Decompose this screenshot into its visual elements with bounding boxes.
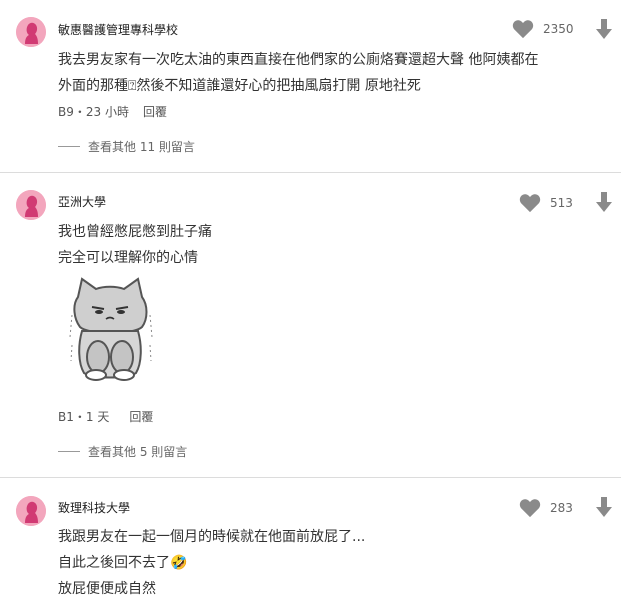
avatar[interactable] bbox=[16, 17, 46, 47]
school-name[interactable]: 致理科技大學 bbox=[58, 499, 130, 516]
anonymous-female-avatar-icon bbox=[16, 190, 46, 220]
comment-text-line: 完全可以理解你的心情 bbox=[58, 250, 198, 266]
divider bbox=[0, 477, 621, 478]
avatar[interactable] bbox=[16, 190, 46, 220]
like-count: 2350 bbox=[543, 22, 574, 36]
avatar[interactable] bbox=[16, 496, 46, 526]
dislike-button[interactable] bbox=[595, 496, 613, 522]
floor-and-time: B9・23 小時 bbox=[58, 105, 129, 119]
anonymous-female-avatar-icon bbox=[16, 496, 46, 526]
view-more-label: 查看其他 11 則留言 bbox=[88, 140, 195, 154]
comment-meta: B9・23 小時 回覆 bbox=[58, 103, 167, 120]
like-count: 283 bbox=[550, 501, 573, 515]
heart-icon bbox=[512, 20, 534, 39]
comment-text-line: 外面的那種⍰然後不知道誰還好心的把抽風扇打開 原地社死 bbox=[58, 78, 421, 94]
reply-button[interactable]: 回覆 bbox=[143, 103, 167, 120]
school-name[interactable]: 敏惠醫護管理專科學校 bbox=[58, 21, 178, 38]
comment-text-line: 自此之後回不去了🤣 bbox=[58, 555, 188, 571]
comment-text-line: 我去男友家有一次吃太油的東西直接在他們家的公廁烙賽還超大聲 他阿姨都在 bbox=[58, 52, 539, 68]
comment-text-line: 放屁便便成自然 bbox=[58, 581, 156, 597]
dislike-button[interactable] bbox=[595, 18, 613, 44]
arrow-down-icon bbox=[596, 497, 612, 517]
arrow-down-icon bbox=[596, 192, 612, 212]
comment-meta: B1・1 天 回覆 bbox=[58, 408, 153, 425]
reply-button[interactable]: 回覆 bbox=[129, 408, 153, 425]
like-button[interactable]: 2350 bbox=[512, 19, 574, 39]
arrow-down-icon bbox=[596, 19, 612, 39]
like-count: 513 bbox=[550, 196, 573, 210]
like-button[interactable]: 283 bbox=[519, 498, 573, 518]
comment-text-line: 我跟男友在一起一個月的時候就在他面前放屁了... bbox=[58, 529, 366, 545]
view-more-label: 查看其他 5 則留言 bbox=[88, 445, 188, 459]
cat-sticker-image bbox=[69, 277, 153, 381]
heart-icon bbox=[519, 499, 541, 518]
view-more-replies[interactable]: 查看其他 5 則留言 bbox=[58, 443, 187, 460]
divider bbox=[0, 172, 621, 173]
dislike-button[interactable] bbox=[595, 191, 613, 217]
sad-gray-cat-sticker bbox=[68, 275, 154, 387]
anonymous-female-avatar-icon bbox=[16, 17, 46, 47]
heart-icon bbox=[519, 194, 541, 213]
thread-line bbox=[58, 146, 80, 147]
school-name[interactable]: 亞洲大學 bbox=[58, 193, 106, 210]
like-button[interactable]: 513 bbox=[519, 193, 573, 213]
view-more-replies[interactable]: 查看其他 11 則留言 bbox=[58, 138, 195, 155]
comment-text-line: 我也曾經憋屁憋到肚子痛 bbox=[58, 224, 212, 240]
floor-and-time: B1・1 天 bbox=[58, 410, 110, 424]
thread-line bbox=[58, 451, 80, 452]
